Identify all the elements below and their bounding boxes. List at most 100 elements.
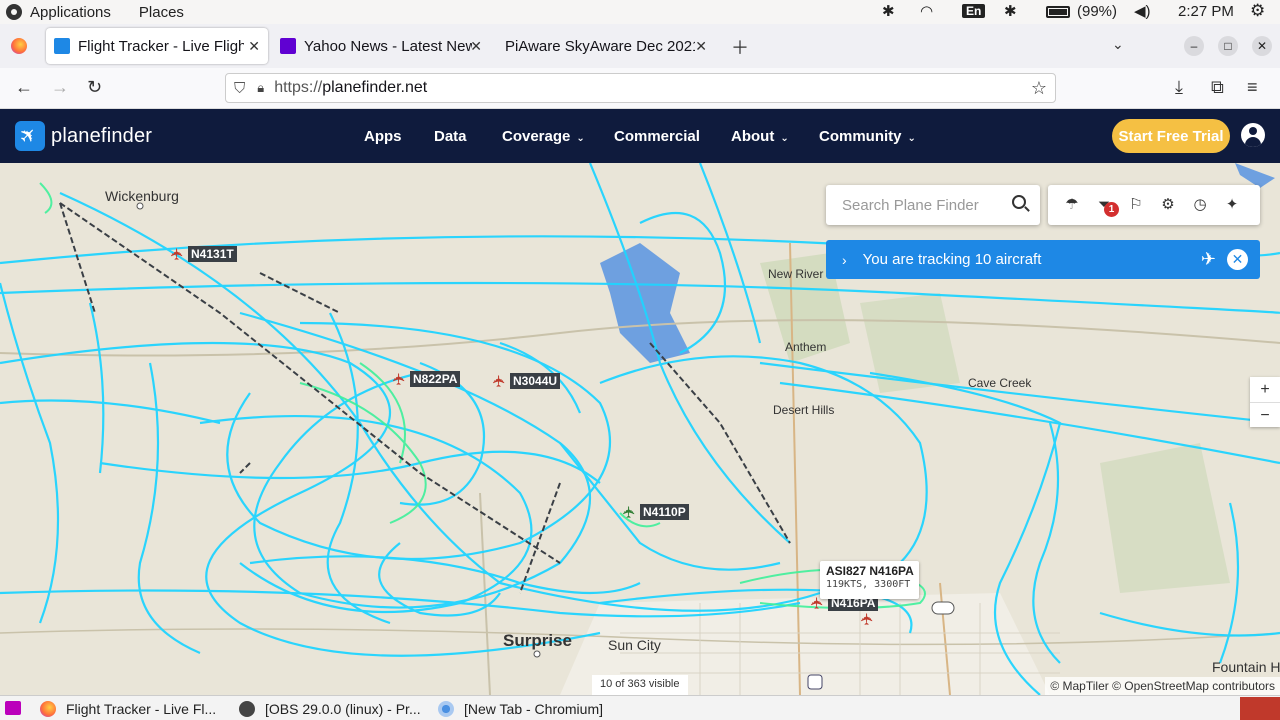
zoom-in-button[interactable]: + [1250, 377, 1280, 402]
aircraft-plane-icon[interactable]: ✈ [170, 247, 187, 260]
taskbar-item-label: [New Tab - Chromium] [464, 700, 604, 717]
lock-icon[interactable]: 🔒︎ [257, 80, 264, 96]
list-all-tabs-chevron-icon[interactable]: ⌄ [1112, 36, 1124, 53]
extensions-icon[interactable]: ⧉ [1211, 77, 1224, 98]
nav-community[interactable]: Community ⌄ [819, 128, 916, 145]
places-menu[interactable]: Places [139, 4, 184, 21]
back-arrow-icon[interactable]: ← [15, 77, 33, 98]
chevron-down-icon: ⌄ [907, 132, 916, 144]
weather-icon[interactable]: ☂ [1062, 195, 1082, 215]
zoom-out-button[interactable]: − [1250, 402, 1280, 427]
logo-text: planefinder [51, 124, 153, 147]
planefinder-favicon [54, 38, 70, 54]
place-label: Sun City [608, 637, 661, 653]
tracking-text: You are tracking 10 aircraft [862, 251, 1042, 268]
tracking-banner[interactable]: › You are tracking 10 aircraft ✈ ✕ [826, 240, 1260, 279]
user-account-icon[interactable] [1241, 123, 1265, 147]
bluetooth-status-icon[interactable]: ✱ [1004, 2, 1017, 20]
aircraft-label[interactable]: N3044U [510, 373, 561, 389]
taskbar-item-firefox[interactable]: Flight Tracker - Live Fl... [40, 699, 216, 718]
url-host: planefinder.net [322, 79, 428, 96]
search-input[interactable] [842, 196, 1002, 214]
aircraft-tooltip: ASI827 N416PA 119KTS, 3300FT [820, 561, 919, 599]
tracking-protection-shield-icon[interactable]: ⛉ [234, 80, 245, 97]
taskbar-item-obs[interactable]: [OBS 29.0.0 (linux) - Pr... [239, 699, 421, 718]
nav-commercial[interactable]: Commercial [614, 128, 700, 145]
chromium-icon [438, 700, 454, 717]
tab-close-icon[interactable]: ✕ [248, 38, 260, 55]
search-box [826, 185, 1040, 225]
planefinder-logo[interactable]: planefinder [15, 121, 152, 151]
chevron-down-icon: ⌄ [780, 132, 789, 144]
downloads-icon[interactable]: ⤓ [1175, 77, 1183, 98]
place-label: Fountain H [1212, 659, 1280, 675]
map-attribution[interactable]: © MapTiler © OpenStreetMap contributors [1045, 677, 1280, 695]
tab-close-icon[interactable]: ✕ [470, 38, 482, 55]
show-desktop-icon[interactable] [5, 701, 21, 715]
aircraft-label[interactable]: N4110P [640, 504, 689, 520]
aircraft-label[interactable]: N4131T [188, 246, 237, 262]
battery-percent: (99%) [1077, 3, 1118, 20]
tab-flight-tracker[interactable]: Flight Tracker - Live Flight ✕ [46, 28, 268, 64]
start-free-trial-button[interactable]: Start Free Trial [1112, 119, 1230, 153]
nav-community-label: Community [819, 127, 902, 145]
browser-tab-strip: Flight Tracker - Live Flight ✕ Yahoo New… [0, 24, 1280, 68]
aircraft-plane-icon[interactable]: ✈ [492, 374, 509, 387]
place-label: New River [768, 267, 824, 281]
taskbar: Flight Tracker - Live Fl... [OBS 29.0.0 … [0, 695, 1280, 720]
nav-apps[interactable]: Apps [364, 128, 402, 145]
clock[interactable]: 2:27 PM [1178, 3, 1234, 20]
nav-coverage[interactable]: Coverage ⌄ [502, 128, 585, 145]
flight-map[interactable]: Wickenburg New River Anthem Cave Creek D… [0, 163, 1280, 695]
tab-title: Flight Tracker - Live Flight [78, 37, 244, 55]
maximize-window-button[interactable]: □ [1218, 36, 1238, 56]
aircraft-plane-icon[interactable]: ✈ [622, 505, 639, 518]
settings-icon[interactable]: ⚙ [1158, 195, 1178, 215]
reload-icon[interactable]: ↻ [87, 77, 102, 98]
forward-arrow-icon[interactable]: → [51, 77, 69, 98]
chevron-down-icon: ⌄ [576, 132, 585, 144]
battery-icon[interactable] [1046, 6, 1070, 18]
keyboard-layout-indicator[interactable]: En [962, 4, 986, 18]
volume-icon[interactable]: ◀) [1134, 2, 1151, 20]
history-icon[interactable]: ◷ [1190, 195, 1210, 215]
tab-piaware[interactable]: PiAware SkyAware Dec 2021 ✕ [497, 28, 715, 64]
bookmark-star-icon[interactable]: ☆ [1031, 78, 1047, 99]
aircraft-plane-icon[interactable]: ✈ [392, 372, 409, 385]
taskbar-item-label: [OBS 29.0.0 (linux) - Pr... [265, 700, 421, 717]
plane-outline-icon: ✈ [1200, 249, 1216, 269]
zoom-controls: + − [1250, 377, 1280, 427]
tab-title: PiAware SkyAware Dec 2021 [505, 37, 695, 55]
app-menu-hamburger-icon[interactable]: ≡ [1247, 77, 1258, 98]
applications-menu[interactable]: Applications [30, 4, 111, 21]
taskbar-item-chromium[interactable]: [New Tab - Chromium] [438, 699, 603, 718]
firefox-icon[interactable] [11, 38, 27, 54]
yahoo-favicon [280, 38, 296, 54]
new-tab-button[interactable]: ＋ [731, 34, 749, 60]
playback-icon[interactable]: ✦ [1222, 195, 1242, 215]
nav-about[interactable]: About ⌄ [731, 128, 789, 145]
map-toolbar: ☂ ⏷ ⚐ ⚙ ◷ ✦ [1048, 185, 1260, 225]
tab-yahoo-news[interactable]: Yahoo News - Latest New ✕ [272, 28, 490, 64]
wifi-icon[interactable]: ◠ [920, 2, 933, 20]
nav-about-label: About [731, 127, 775, 145]
firefox-tray-icon[interactable] [1240, 697, 1280, 720]
filter-count-badge: 1 [1104, 202, 1119, 217]
activities-icon[interactable] [6, 4, 22, 20]
obs-icon [239, 700, 255, 717]
settings-gear-icon[interactable]: ⚙ [1250, 1, 1265, 21]
address-bar[interactable]: ⛉ 🔒︎ https:// planefinder.net ☆ [225, 73, 1056, 103]
bookmark-icon[interactable]: ⚐ [1126, 195, 1146, 215]
chevron-right-icon[interactable]: › [842, 252, 847, 268]
tab-close-icon[interactable]: ✕ [695, 38, 707, 55]
search-icon[interactable] [1012, 195, 1026, 209]
close-tracking-button[interactable]: ✕ [1227, 249, 1248, 270]
aircraft-plane-icon[interactable]: ✈ [860, 612, 877, 625]
visible-aircraft-count: 10 of 363 visible [592, 675, 688, 695]
aircraft-label[interactable]: N822PA [410, 371, 461, 387]
close-window-button[interactable]: ✕ [1252, 36, 1272, 56]
bluetooth-icon[interactable]: ✱ [882, 2, 895, 20]
place-label: Surprise [503, 631, 572, 650]
minimize-window-button[interactable]: – [1184, 36, 1204, 56]
nav-data[interactable]: Data [434, 128, 467, 145]
